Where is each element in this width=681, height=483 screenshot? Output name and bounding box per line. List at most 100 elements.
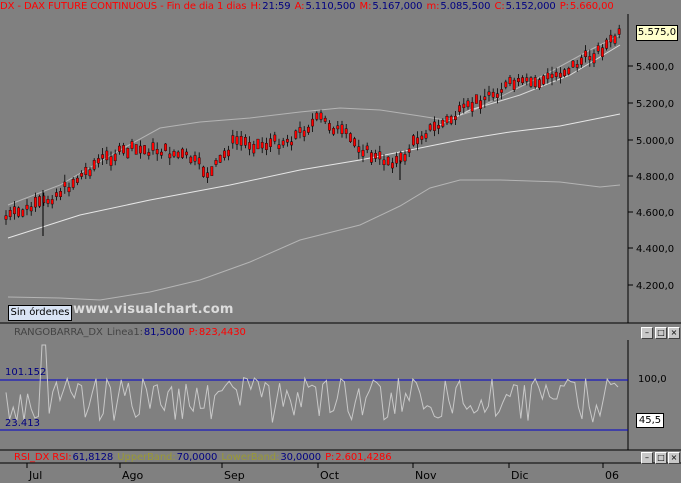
range-axis-tick: 100,0 bbox=[638, 374, 667, 385]
rsi-close-icon[interactable]: × bbox=[668, 452, 680, 464]
candle-body bbox=[412, 135, 415, 146]
candle-body bbox=[151, 142, 155, 151]
candle-body bbox=[176, 151, 180, 158]
candle-body bbox=[512, 79, 516, 90]
candle-body bbox=[159, 151, 163, 156]
candle-body bbox=[46, 199, 50, 204]
candle-body bbox=[491, 91, 495, 98]
candle-body bbox=[470, 102, 474, 112]
candle-body bbox=[63, 181, 67, 187]
price-tick-label: 5.000,0 bbox=[636, 136, 674, 147]
candle-body bbox=[92, 160, 96, 170]
candle-body bbox=[286, 138, 289, 143]
candle-body bbox=[265, 142, 268, 150]
price-axis-ticks: 5.400,0 5.200,0 5.000,0 4.800,0 4.600,0 4.400… bbox=[628, 62, 674, 292]
upper-band bbox=[7, 34, 621, 206]
candle-body bbox=[391, 162, 394, 169]
candle-body bbox=[21, 209, 25, 217]
candle-body bbox=[256, 138, 260, 150]
candle-body bbox=[105, 150, 109, 161]
candle-body bbox=[4, 215, 8, 220]
candle-body bbox=[479, 100, 482, 109]
rsi-minimize-icon[interactable]: – bbox=[641, 452, 653, 464]
candle-body bbox=[617, 28, 621, 35]
candle-body bbox=[71, 179, 75, 188]
minimize-icon[interactable]: – bbox=[641, 327, 653, 339]
candle-body bbox=[386, 156, 390, 166]
candle-body bbox=[138, 145, 142, 154]
candle-body bbox=[428, 124, 432, 131]
candle-body bbox=[575, 64, 579, 68]
candle-body bbox=[596, 45, 600, 52]
price-tick-label: 4.400,0 bbox=[636, 244, 674, 255]
candle-body bbox=[571, 60, 575, 68]
candle-body bbox=[433, 121, 436, 131]
price-tick-label: 5.400,0 bbox=[636, 62, 674, 73]
month-label: 06 bbox=[605, 469, 619, 482]
candle-body bbox=[374, 153, 377, 159]
candle-body bbox=[563, 69, 567, 77]
candle-body bbox=[378, 151, 382, 160]
candle-body bbox=[475, 94, 478, 104]
candle-body bbox=[567, 68, 571, 75]
candle-body bbox=[227, 149, 230, 157]
chart-canvas[interactable]: 5.400,0 5.200,0 5.000,0 4.800,0 4.600,0 4.400… bbox=[0, 0, 681, 483]
candle-body bbox=[580, 57, 583, 65]
candle-body bbox=[336, 125, 340, 130]
candle-body bbox=[17, 207, 20, 217]
orders-button[interactable]: Sin órdenes bbox=[8, 305, 72, 321]
close-icon[interactable]: × bbox=[668, 327, 680, 339]
price-tick-label: 5.200,0 bbox=[636, 99, 674, 110]
candle-body bbox=[462, 103, 466, 108]
candle-body bbox=[55, 192, 58, 197]
candle-body bbox=[458, 105, 461, 112]
time-axis: Jul Ago Sep Oct Nov Dic 06 bbox=[26, 463, 619, 482]
candle-body bbox=[12, 206, 16, 215]
candle-body bbox=[605, 39, 609, 49]
high-value: 5.167,000 bbox=[372, 1, 423, 12]
price-tick-label: 4.200,0 bbox=[636, 281, 674, 292]
candle-body bbox=[201, 166, 205, 177]
candle-body bbox=[197, 157, 201, 165]
candle-body bbox=[210, 166, 214, 176]
candle-body bbox=[609, 34, 613, 43]
candle-body bbox=[521, 77, 525, 84]
candle-body bbox=[487, 91, 491, 96]
hour-value: 21:59 bbox=[262, 1, 291, 12]
low-value: 5.085,500 bbox=[440, 1, 491, 12]
range-oscillator bbox=[0, 344, 628, 431]
candle-body bbox=[243, 137, 247, 146]
month-label: Nov bbox=[415, 469, 437, 482]
candle-body bbox=[504, 81, 508, 88]
candle-body bbox=[407, 148, 411, 153]
chart-header: DX - DAX FUTURE CONTINUOUS - Fin de dia … bbox=[0, 1, 614, 12]
candle-body bbox=[38, 196, 42, 207]
candle-body bbox=[34, 197, 37, 208]
candle-body bbox=[395, 156, 398, 164]
candle-body bbox=[538, 79, 541, 89]
maximize-icon[interactable]: □ bbox=[655, 327, 667, 339]
close-value: 5.152,000 bbox=[505, 1, 556, 12]
candle-body bbox=[155, 149, 159, 155]
candle-body bbox=[546, 72, 550, 80]
candle-body bbox=[239, 136, 243, 146]
candle-body bbox=[416, 137, 419, 145]
rsi-maximize-icon[interactable]: □ bbox=[655, 452, 667, 464]
candle-body bbox=[533, 77, 537, 87]
month-label: Ago bbox=[122, 469, 144, 482]
candle-body bbox=[260, 142, 264, 149]
candle-body bbox=[361, 150, 365, 157]
candle-body bbox=[340, 124, 344, 134]
candle-body bbox=[290, 141, 293, 146]
candle-body bbox=[357, 146, 361, 153]
candle-body bbox=[189, 156, 193, 164]
month-label: Dic bbox=[511, 469, 529, 482]
candle-body bbox=[67, 186, 71, 193]
candle-body bbox=[172, 150, 176, 157]
candle-body bbox=[344, 128, 348, 134]
candle-body bbox=[424, 133, 428, 139]
candle-body bbox=[525, 77, 529, 82]
candle-body bbox=[319, 112, 323, 120]
candle-body bbox=[315, 112, 319, 120]
candle-body bbox=[84, 166, 88, 175]
